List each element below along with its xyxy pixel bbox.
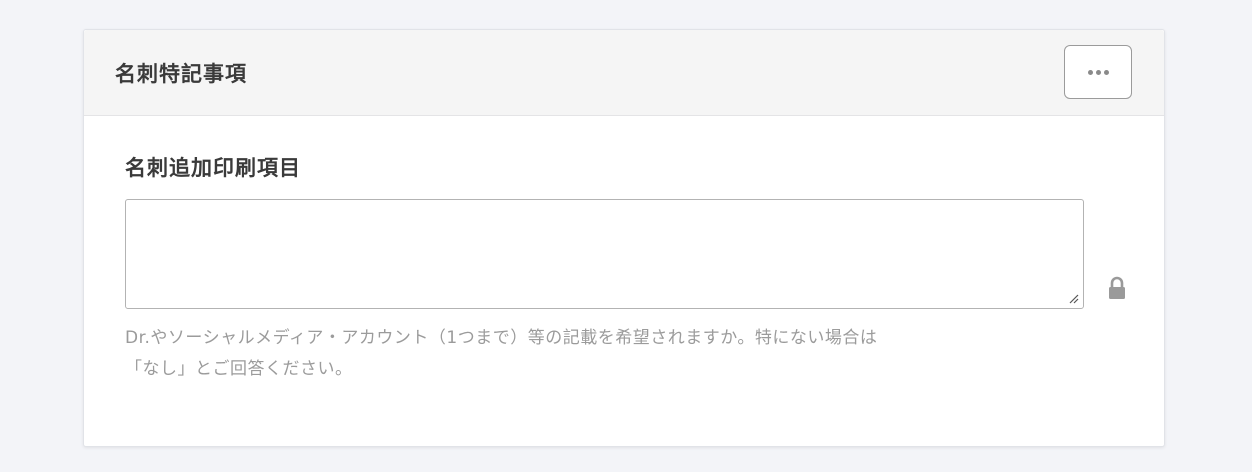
help-text-line-1: Dr.やソーシャルメディア・アカウント（1つまで）等の記載を希望されますか。特に… — [125, 328, 878, 348]
card: 名刺特記事項 名刺追加印刷項目 Dr.やソーシャルメディア・アカウント（1つまで… — [83, 29, 1165, 447]
card-title: 名刺特記事項 — [115, 62, 247, 86]
field-label: 名刺追加印刷項目 — [125, 156, 301, 180]
additional-print-items-textarea[interactable] — [125, 199, 1084, 309]
more-horizontal-icon-dot — [1103, 69, 1109, 75]
help-text: Dr.やソーシャルメディア・アカウント（1つまで）等の記載を希望されますか。特に… — [125, 323, 1075, 385]
lock-icon — [1109, 276, 1125, 299]
resize-handle-icon[interactable] — [1067, 292, 1079, 304]
more-horizontal-icon-dot — [1095, 69, 1101, 75]
more-horizontal-icon — [1087, 69, 1093, 75]
more-options-button[interactable] — [1064, 45, 1132, 99]
card-header: 名刺特記事項 — [84, 30, 1164, 116]
help-text-line-2: 「なし」とご回答ください。 — [125, 359, 353, 379]
